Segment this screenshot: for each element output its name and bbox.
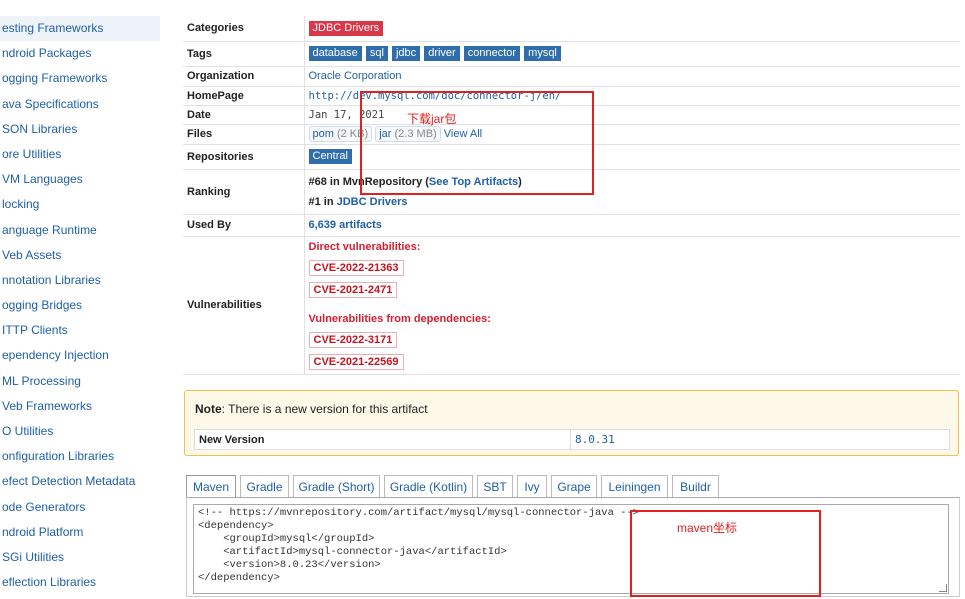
- tag-badge[interactable]: mysql: [524, 46, 561, 61]
- row-tags: Tags database sql jdbc driver connector …: [183, 41, 960, 67]
- sidebar-item[interactable]: onfiguration Libraries: [0, 444, 160, 469]
- used-by-label: Used By: [183, 214, 305, 237]
- tab-buildr[interactable]: Buildr: [672, 475, 719, 497]
- sidebar-item[interactable]: efect Detection Metadata: [0, 469, 160, 494]
- row-used-by: Used By 6,639 artifacts: [183, 214, 960, 237]
- new-version-label: New Version: [194, 429, 571, 450]
- note-text: Note: There is a new version for this ar…: [195, 402, 428, 416]
- tab-maven[interactable]: Maven: [186, 475, 236, 497]
- annotation-box-jar: [360, 91, 594, 195]
- categories-label: Categories: [183, 16, 305, 42]
- annotation-jar-text: 下载jar包: [407, 112, 457, 126]
- sidebar-item[interactable]: Veb Frameworks: [0, 394, 160, 419]
- sidebar-item[interactable]: ndroid Packages: [0, 41, 160, 66]
- direct-vulnerabilities-title: Direct vulnerabilities:: [308, 241, 421, 253]
- dependency-vulnerabilities-title: Vulnerabilities from dependencies:: [308, 313, 491, 325]
- organization-link[interactable]: Oracle Corporation: [309, 70, 402, 82]
- sidebar-item[interactable]: O Utilities: [0, 419, 160, 444]
- ranking-category-text: #1 in: [308, 195, 337, 208]
- sidebar-item[interactable]: eflection Libraries: [0, 570, 160, 595]
- tab-sbt[interactable]: SBT: [477, 475, 513, 497]
- tag-badge[interactable]: connector: [463, 46, 521, 61]
- cve-link[interactable]: CVE-2021-22569: [308, 354, 404, 370]
- category-badge[interactable]: JDBC Drivers: [308, 20, 384, 36]
- sidebar-item[interactable]: SON Libraries: [0, 117, 160, 142]
- row-categories: Categories JDBC Drivers: [183, 16, 960, 42]
- new-version-note: Note: There is a new version for this ar…: [184, 390, 959, 456]
- jdbc-drivers-link[interactable]: JDBC Drivers: [337, 196, 408, 208]
- tab-grape[interactable]: Grape: [551, 475, 597, 497]
- files-label: Files: [183, 124, 305, 145]
- tag-badge[interactable]: sql: [365, 46, 388, 61]
- ranking-label: Ranking: [183, 169, 305, 215]
- tab-ivy[interactable]: Ivy: [517, 475, 547, 497]
- cve-link[interactable]: CVE-2021-2471: [308, 282, 398, 298]
- sidebar-item[interactable]: ndroid Platform: [0, 520, 160, 545]
- sidebar-item[interactable]: nnotation Libraries: [0, 268, 160, 293]
- date-label: Date: [183, 105, 305, 125]
- tag-badge[interactable]: driver: [424, 46, 460, 61]
- row-organization: Organization Oracle Corporation: [183, 66, 960, 87]
- note-message: : There is a new version for this artifa…: [221, 402, 428, 416]
- resize-handle-icon[interactable]: [939, 584, 947, 592]
- cve-link[interactable]: CVE-2022-3171: [308, 332, 398, 348]
- cve-link[interactable]: CVE-2022-21363: [308, 260, 404, 276]
- sidebar-item[interactable]: anguage Runtime: [0, 218, 160, 243]
- repositories-label: Repositories: [183, 144, 305, 170]
- annotation-maven-text: maven坐标: [677, 521, 738, 535]
- dependency-code-textarea[interactable]: <!-- https://mvnrepository.com/artifact/…: [193, 504, 949, 594]
- sidebar-item[interactable]: esting Frameworks: [0, 16, 160, 42]
- tags-label: Tags: [183, 41, 305, 67]
- vulnerabilities-label: Vulnerabilities: [183, 236, 305, 375]
- artifact-details-table: Categories JDBC Drivers Tags database sq…: [183, 16, 960, 375]
- repository-badge[interactable]: Central: [308, 149, 352, 164]
- dependency-snippet-panel: <!-- https://mvnrepository.com/artifact/…: [186, 497, 960, 597]
- organization-label: Organization: [183, 66, 305, 87]
- pom-label: pom: [312, 128, 334, 140]
- tab-gradle[interactable]: Gradle: [240, 475, 289, 497]
- sidebar-item[interactable]: ITTP Clients: [0, 318, 160, 343]
- sidebar-categories: esting Frameworks ndroid Packages ogging…: [0, 16, 160, 595]
- used-by-link[interactable]: 6,639 artifacts: [309, 219, 382, 231]
- sidebar-item[interactable]: ogging Bridges: [0, 293, 160, 318]
- sidebar-item[interactable]: locking: [0, 192, 160, 217]
- sidebar-item[interactable]: Veb Assets: [0, 243, 160, 268]
- note-bold: Note: [195, 402, 222, 416]
- row-vulnerabilities: Vulnerabilities Direct vulnerabilities: …: [183, 236, 960, 375]
- new-version-link[interactable]: 8.0.31: [570, 429, 950, 450]
- sidebar-item[interactable]: ode Generators: [0, 495, 160, 520]
- sidebar-item[interactable]: ore Utilities: [0, 142, 160, 167]
- sidebar-item[interactable]: ependency Injection: [0, 343, 160, 368]
- sidebar-item[interactable]: VM Languages: [0, 167, 160, 192]
- tab-gradle-short[interactable]: Gradle (Short): [293, 475, 380, 497]
- sidebar-item[interactable]: ML Processing: [0, 369, 160, 394]
- sidebar-item[interactable]: ava Specifications: [0, 92, 160, 117]
- tag-badge[interactable]: database: [308, 46, 362, 61]
- tag-badge[interactable]: jdbc: [391, 46, 421, 61]
- sidebar-item[interactable]: SGi Utilities: [0, 545, 160, 570]
- sidebar-item[interactable]: ogging Frameworks: [0, 66, 160, 91]
- homepage-label: HomePage: [183, 86, 305, 106]
- tab-leiningen[interactable]: Leiningen: [601, 475, 668, 497]
- tab-gradle-kotlin[interactable]: Gradle (Kotlin): [384, 475, 473, 497]
- new-version-table: New Version 8.0.31: [194, 429, 950, 450]
